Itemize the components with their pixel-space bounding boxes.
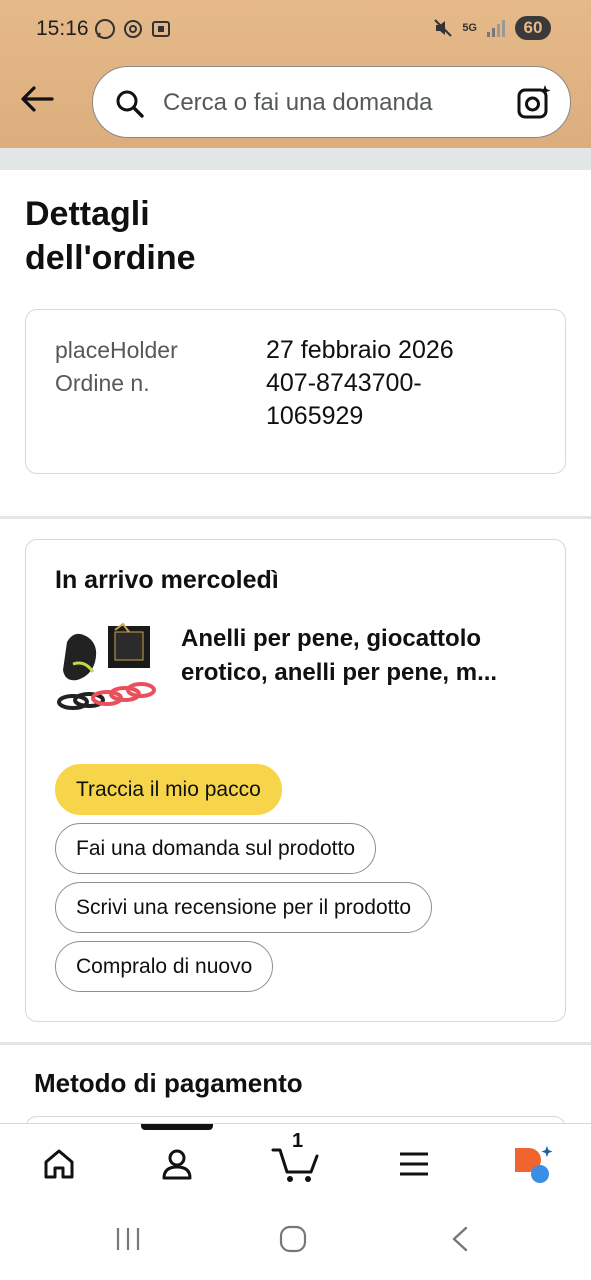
back-chevron-icon bbox=[452, 1226, 468, 1252]
product-image[interactable] bbox=[53, 620, 159, 720]
account-icon bbox=[162, 1149, 192, 1180]
recent-apps-icon bbox=[116, 1228, 140, 1250]
signal-icon bbox=[487, 20, 505, 37]
divider-strip bbox=[0, 148, 591, 170]
tab-menu[interactable] bbox=[384, 1142, 444, 1186]
ask-question-button[interactable]: Fai una domanda sul prodotto bbox=[55, 823, 377, 874]
network-type: 5G bbox=[462, 22, 477, 34]
mute-icon bbox=[434, 19, 453, 37]
whatsapp-icon bbox=[95, 19, 115, 39]
order-date-label: placeHolder bbox=[55, 337, 178, 363]
section-divider bbox=[0, 1042, 591, 1045]
cart-count-badge: 1 bbox=[292, 1130, 304, 1152]
system-nav-bar bbox=[0, 1203, 591, 1280]
battery-indicator: 60 bbox=[515, 16, 551, 40]
write-review-button[interactable]: Scrivi una recensione per il prodotto bbox=[55, 882, 433, 933]
shipment-card: In arrivo mercoledì Anelli per pene, gio… bbox=[25, 539, 566, 1022]
tab-account[interactable] bbox=[147, 1142, 207, 1186]
status-bar: 15:16 5G 60 bbox=[0, 0, 591, 60]
order-number-value: 407-8743700-1065929 bbox=[266, 369, 422, 430]
menu-icon bbox=[400, 1152, 428, 1176]
status-time: 15:16 bbox=[36, 17, 89, 40]
search-icon bbox=[116, 90, 144, 118]
home-circle-icon bbox=[279, 1225, 307, 1253]
buy-again-button[interactable]: Compralo di nuovo bbox=[55, 941, 274, 992]
order-number-label: Ordine n. bbox=[55, 370, 150, 396]
tab-home[interactable] bbox=[29, 1142, 89, 1186]
back-arrow-icon bbox=[21, 86, 54, 112]
order-date-value: 27 febbraio 2026 bbox=[266, 336, 454, 364]
recent-apps-button[interactable] bbox=[114, 1225, 142, 1258]
bottom-tab-bar: 1 bbox=[0, 1123, 591, 1203]
page-title: Dettagli dell'ordine bbox=[25, 195, 196, 277]
back-system-button[interactable] bbox=[448, 1225, 472, 1258]
camera-sparkle-icon bbox=[517, 85, 551, 119]
home-system-button[interactable] bbox=[279, 1225, 307, 1258]
section-divider bbox=[0, 516, 591, 519]
payment-method-title: Metodo di pagamento bbox=[34, 1068, 303, 1098]
back-button[interactable] bbox=[18, 82, 56, 116]
threads-icon bbox=[124, 20, 142, 38]
home-icon bbox=[44, 1149, 74, 1179]
rufus-icon bbox=[515, 1146, 553, 1183]
screenshot-icon bbox=[152, 21, 170, 37]
tab-rufus[interactable] bbox=[502, 1142, 562, 1186]
search-bar[interactable]: Cerca o fai una domanda bbox=[92, 66, 571, 138]
active-tab-indicator bbox=[141, 1124, 213, 1130]
notification-icons bbox=[94, 18, 172, 40]
search-input[interactable]: Cerca o fai una domanda bbox=[163, 89, 433, 117]
track-package-button[interactable]: Traccia il mio pacco bbox=[55, 764, 282, 815]
arrival-status: In arrivo mercoledì bbox=[55, 566, 279, 594]
app-header: 15:16 5G 60 Cerca o fai una domanda bbox=[0, 0, 591, 148]
status-right: 5G 60 bbox=[432, 16, 551, 40]
order-summary-card: placeHolder 27 febbraio 2026 Ordine n. 4… bbox=[25, 309, 566, 474]
product-title[interactable]: Anelli per pene, giocattolo erotico, ane… bbox=[181, 622, 541, 690]
